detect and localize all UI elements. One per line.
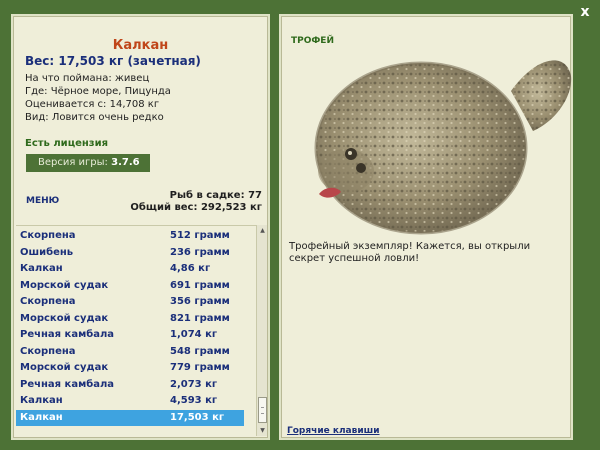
catch-name: Морской судак — [20, 312, 109, 324]
catch-name: Калкан — [20, 395, 63, 406]
catch-row[interactable]: Морской судак 821 грамм — [16, 311, 244, 327]
scroll-down-icon[interactable]: ▼ — [258, 426, 267, 435]
catch-row[interactable]: Речная камбала 2,073 кг — [16, 377, 244, 393]
catch-info-panel: Калкан Вес: 17,503 кг (зачетная) На что … — [11, 14, 270, 440]
catch-weight: 691 грамм — [170, 279, 230, 291]
version-box: Версия игры: 3.7.6 — [26, 154, 150, 172]
catch-weight: 2,073 кг — [170, 378, 218, 390]
catch-weight: 236 грамм — [170, 246, 230, 258]
catch-row[interactable]: Морской судак 779 грамм — [16, 360, 244, 376]
catch-weight: 779 грамм — [170, 362, 230, 373]
version-label: Версия игры: — [38, 157, 108, 168]
cage-fish-count: Рыб в садке: 77 — [169, 190, 262, 201]
catch-name: Морской судак — [20, 279, 109, 291]
fish-title: Калкан — [112, 38, 169, 53]
scroll-up-icon[interactable]: ▲ — [258, 226, 267, 235]
catch-name: Речная камбала — [20, 378, 115, 390]
catch-row[interactable]: Скорпена 548 грамм — [16, 344, 244, 360]
catch-row[interactable]: Скорпена 356 грамм — [16, 294, 244, 310]
version-value: 3.7.6 — [111, 157, 140, 168]
close-button[interactable]: x — [578, 4, 592, 20]
catch-name: Калкан — [20, 411, 63, 423]
catch-weight: 548 грамм — [170, 345, 230, 357]
catch-row[interactable]: Речная камбала 1,074 кг — [16, 327, 244, 343]
catch-row[interactable]: Калкан 17,503 кг — [16, 409, 244, 426]
catch-name: Скорпена — [20, 230, 76, 241]
catch-weight: 512 грамм — [170, 230, 230, 241]
catch-name: Скорпена — [20, 296, 76, 307]
place-info: Где: Чёрное море, Пицунда — [25, 86, 171, 97]
trophy-text: Трофейный экземпляр! Кажется, вы открыли… — [289, 241, 531, 264]
cage-stats: Рыб в садке: 77 Общий вес: 292,523 кг — [130, 190, 262, 214]
catch-name: Речная камбала — [20, 329, 115, 340]
catch-weight: 4,86 кг — [170, 263, 211, 274]
catch-row[interactable]: Калкан 4,593 кг — [16, 393, 244, 409]
catch-name: Калкан — [20, 263, 63, 274]
catch-row[interactable]: Морской судак 691 грамм — [16, 278, 244, 294]
catch-list[interactable]: Скорпена 512 грамм Ошибень 236 грамм Калкан 4… — [16, 225, 256, 436]
catch-list-scrollbar[interactable]: ▲ ▼ — [256, 225, 267, 436]
catch-weight: 821 грамм — [170, 312, 230, 324]
catch-row[interactable]: Калкан 4,86 кг — [16, 261, 244, 277]
catch-weight: 4,593 кг — [170, 395, 218, 406]
value-info: Оценивается с: 14,708 кг — [25, 99, 160, 110]
cage-total-weight: Общий вес: 292,523 кг — [130, 202, 262, 213]
catch-name: Морской судак — [20, 362, 109, 373]
hotkeys-link[interactable]: Горячие клавиши — [287, 426, 380, 436]
catch-row[interactable]: Скорпена 512 грамм — [16, 228, 244, 244]
catch-row[interactable]: Ошибень 236 грамм — [16, 245, 244, 261]
bait-info: На что поймана: живец — [25, 73, 150, 84]
menu-button[interactable]: МЕНЮ — [26, 196, 59, 206]
fish-weight: Вес: 17,503 кг (зачетная) — [25, 54, 201, 68]
catch-name: Скорпена — [20, 345, 76, 357]
catch-name: Ошибень — [20, 246, 74, 258]
trophy-panel: ТРОФЕЙ Трофейный экземпляр! Кажется, вы … — [279, 14, 573, 440]
catch-weight: 1,074 кг — [170, 329, 218, 340]
catch-weight: 17,503 кг — [170, 411, 225, 423]
catch-weight: 356 грамм — [170, 296, 230, 307]
kind-info: Вид: Ловится очень редко — [25, 112, 164, 123]
scroll-thumb[interactable] — [258, 397, 267, 423]
trophy-label: ТРОФЕЙ — [291, 36, 334, 46]
license-status: Есть лицензия — [25, 138, 109, 149]
turbot-fish-icon — [314, 60, 572, 235]
